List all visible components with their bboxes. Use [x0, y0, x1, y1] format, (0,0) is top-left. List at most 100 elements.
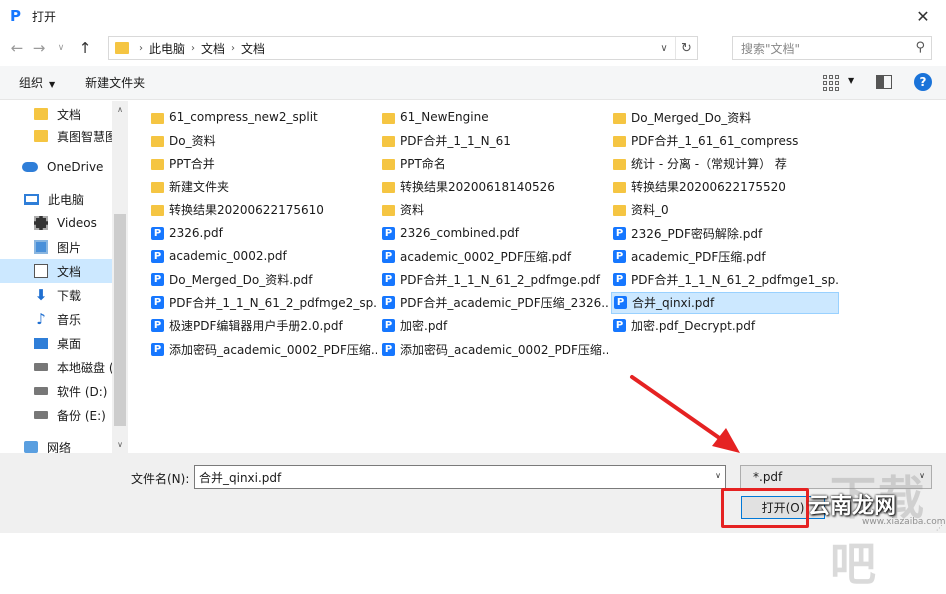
- recent-locations-button[interactable]: ∨: [50, 37, 72, 59]
- folder-item[interactable]: Do_Merged_Do_资料: [611, 106, 839, 128]
- file-item[interactable]: P 合并_qinxi.pdf: [611, 291, 839, 314]
- file-item[interactable]: Pacademic_PDF压缩.pdf: [611, 245, 839, 267]
- caret-down-icon[interactable]: ▼: [848, 76, 854, 85]
- drive-icon: [34, 387, 48, 395]
- new-folder-button[interactable]: 新建文件夹: [85, 74, 145, 91]
- pdf-icon: P: [613, 319, 626, 333]
- filename-value: 合并_qinxi.pdf: [199, 470, 282, 485]
- chevron-right-icon: ›: [139, 42, 143, 54]
- sidebar-item-desktop[interactable]: 桌面: [0, 331, 112, 355]
- file-item[interactable]: P PDF合并_1_1_N_61_2_pdfmge2_sp...: [149, 292, 377, 314]
- breadcrumb-documents-sub[interactable]: 文档: [241, 40, 265, 57]
- file-item[interactable]: P PDF合并_academic_PDF压缩_2326...: [380, 292, 608, 314]
- file-name: academic_0002_PDF压缩.pdf: [400, 249, 572, 264]
- chevron-down-icon[interactable]: ∨: [715, 471, 721, 480]
- folder-item[interactable]: PPT命名: [380, 152, 608, 174]
- sidebar-item-onedrive[interactable]: OneDrive: [0, 155, 112, 179]
- sidebar-item-zhentu[interactable]: 真图智慧图: [0, 124, 112, 148]
- breadcrumb-this-pc[interactable]: 此电脑: [149, 40, 185, 57]
- folder-item[interactable]: 新建文件夹: [149, 176, 377, 198]
- help-button[interactable]: ?: [914, 73, 932, 91]
- scroll-down-icon[interactable]: ∨: [112, 436, 128, 452]
- highlight-box: [721, 488, 809, 528]
- refresh-button[interactable]: ↻: [675, 37, 697, 59]
- arrow-right-icon: →: [32, 39, 46, 57]
- pdf-icon: P: [382, 272, 395, 286]
- sidebar-item-music[interactable]: ♪ 音乐: [0, 307, 112, 331]
- toolbar: 组织 ▼ 新建文件夹 ▼ ?: [0, 66, 946, 100]
- file-item[interactable]: Pacademic_0002_PDF压缩.pdf: [380, 245, 608, 267]
- folder-item[interactable]: 转换结果20200622175610: [149, 199, 377, 221]
- sidebar-scrollbar-thumb[interactable]: [114, 214, 126, 426]
- close-button[interactable]: ✕: [900, 0, 946, 32]
- folder-item[interactable]: 61_compress_new2_split: [149, 106, 377, 128]
- file-name: 添加密码_academic_0002_PDF压缩...: [400, 342, 608, 357]
- file-item[interactable]: P 添加密码_academic_0002_PDF压缩...: [149, 338, 377, 360]
- file-name: 极速PDF编辑器用户手册2.0.pdf: [169, 319, 343, 334]
- folder-item[interactable]: 转换结果20200622175520: [611, 176, 839, 198]
- breadcrumb-documents[interactable]: 文档: [201, 40, 225, 57]
- folder-icon: [613, 158, 626, 170]
- folder-icon: [115, 42, 129, 54]
- file-name: 61_NewEngine: [400, 110, 489, 124]
- folder-item[interactable]: PDF合并_1_1_N_61: [380, 129, 608, 151]
- address-history-dropdown[interactable]: ∨: [655, 37, 673, 59]
- folder-item[interactable]: 资料_0: [611, 199, 839, 221]
- sidebar-item-label: Videos: [57, 216, 97, 230]
- folder-item[interactable]: 资料: [380, 199, 608, 221]
- file-item[interactable]: P 2326_PDF密码解除.pdf: [611, 222, 839, 244]
- folder-item[interactable]: PPT合并: [149, 152, 377, 174]
- file-item[interactable]: Pacademic_0002.pdf: [149, 245, 377, 267]
- download-icon: ⬇: [34, 286, 48, 304]
- folder-icon: [382, 135, 395, 147]
- sidebar-item-documents-folder[interactable]: 文档: [0, 102, 112, 126]
- preview-pane-icon[interactable]: [876, 75, 892, 89]
- file-item[interactable]: P 2326.pdf: [149, 222, 377, 244]
- folder-icon: [382, 112, 395, 124]
- file-item[interactable]: P 极速PDF编辑器用户手册2.0.pdf: [149, 315, 377, 337]
- pdf-icon: P: [382, 296, 395, 310]
- sidebar-item-drive-d[interactable]: 软件 (D:): [0, 379, 112, 403]
- sidebar-item-this-pc[interactable]: 此电脑: [0, 187, 112, 211]
- file-item[interactable]: P 加密.pdf_Decrypt.pdf: [611, 315, 839, 337]
- sidebar-item-local-disk[interactable]: 本地磁盘 (: [0, 355, 112, 379]
- file-item[interactable]: P 添加密码_academic_0002_PDF压缩...: [380, 338, 608, 360]
- view-options-icon[interactable]: [822, 74, 840, 92]
- pdf-icon: P: [382, 226, 395, 240]
- sidebar-item-label: 桌面: [57, 336, 82, 351]
- search-input[interactable]: 搜索"文档" ⚲: [732, 36, 932, 60]
- file-item[interactable]: P PDF合并_1_1_N_61_2_pdfmge.pdf: [380, 268, 608, 290]
- file-name: Do_资料: [169, 133, 216, 148]
- folder-item[interactable]: 统计 - 分离 -（常规计算） 荐: [611, 152, 839, 174]
- forward-button[interactable]: →: [28, 37, 50, 59]
- sidebar-item-label: 此电脑: [48, 192, 85, 207]
- organize-button[interactable]: 组织 ▼: [19, 74, 55, 91]
- app-logo-icon: P: [10, 7, 21, 25]
- address-bar[interactable]: › 此电脑 › 文档 › 文档 › ∨ ↻: [108, 36, 698, 60]
- filename-field[interactable]: 合并_qinxi.pdf ∨: [194, 465, 726, 489]
- file-item[interactable]: P PDF合并_1_1_N_61_2_pdfmge1_sp...: [611, 268, 839, 290]
- resize-grip-icon[interactable]: ⋰: [936, 524, 944, 532]
- sidebar-item-pictures[interactable]: 图片: [0, 235, 112, 259]
- sidebar-item-documents[interactable]: 文档: [0, 259, 112, 283]
- sidebar-item-downloads[interactable]: ⬇ 下载: [0, 283, 112, 307]
- sidebar-item-drive-e[interactable]: 备份 (E:): [0, 403, 112, 427]
- sidebar-item-videos[interactable]: Videos: [0, 211, 112, 235]
- file-item[interactable]: P 加密.pdf: [380, 315, 608, 337]
- folder-item[interactable]: 61_NewEngine: [380, 106, 608, 128]
- navigation-pane: 文档 真图智慧图 OneDrive 此电脑 Videos 图片 文档 ⬇ 下载 ♪…: [0, 101, 128, 455]
- scroll-up-icon[interactable]: ∧: [112, 101, 128, 117]
- folder-item[interactable]: 转换结果20200618140526: [380, 176, 608, 198]
- up-button[interactable]: ↑: [74, 37, 96, 59]
- folder-item[interactable]: Do_资料: [149, 129, 377, 151]
- pdf-icon: P: [613, 249, 626, 263]
- file-item[interactable]: P 2326_combined.pdf: [380, 222, 608, 244]
- drive-icon: [34, 363, 48, 371]
- sidebar-item-label: 真图智慧图: [57, 129, 112, 144]
- folder-icon: [613, 135, 626, 147]
- file-name: 2326_PDF密码解除.pdf: [631, 226, 763, 241]
- folder-item[interactable]: PDF合并_1_61_61_compress: [611, 129, 839, 151]
- back-button[interactable]: ←: [6, 37, 28, 59]
- file-item[interactable]: P Do_Merged_Do_资料.pdf: [149, 268, 377, 290]
- folder-icon: [382, 205, 395, 217]
